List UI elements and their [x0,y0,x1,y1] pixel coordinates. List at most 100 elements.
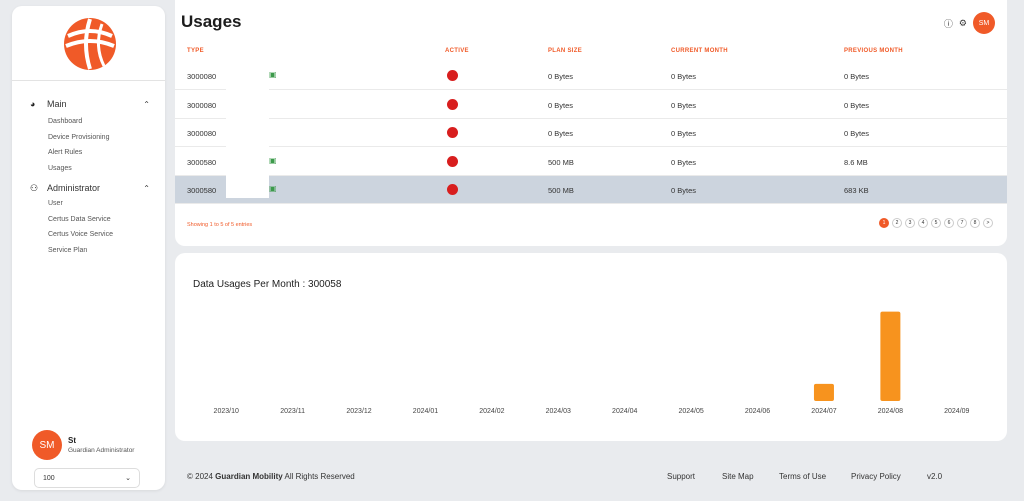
sidebar-item-certus-data-service[interactable]: Certus Data Service [48,212,150,228]
page-size-value: 100 [43,474,55,482]
col-type[interactable]: TYPE [187,48,204,54]
sidebar: ◕ Main ⌃ Dashboard Device Provisioning A… [12,6,165,490]
nav-section-main: ◕ Main ⌃ Dashboard Device Provisioning A… [30,98,150,176]
copyright: © 2024 Guardian Mobility All Rights Rese… [187,472,355,481]
copyright-rights: All Rights Reserved [284,472,355,481]
pagination-page[interactable]: 5 [931,218,941,228]
nav-admin-label: Administrator [47,183,101,193]
chart-card: Data Usages Per Month : 300058 2023/10 20… [175,253,1007,441]
sidebar-divider [12,80,165,81]
company-name: Guardian Mobility [215,472,283,481]
footer-link-privacy[interactable]: Privacy Policy [851,472,901,481]
sim-card-icon: ▣ [269,155,277,165]
user-name: St [68,436,76,445]
user-profile[interactable]: SM St Guardian Administrator [32,430,162,460]
sidebar-item-usages[interactable]: Usages [48,161,150,177]
col-plan-size[interactable]: PLAN SIZE [548,48,582,54]
chart-tick-label: 2024/07 [811,408,836,415]
col-previous-month[interactable]: PREVIOUS MONTH [844,48,903,54]
page-size-select[interactable]: 100 ⌄ [34,468,140,488]
users-icon: ⚇ [30,182,39,193]
nav-main-toggle[interactable]: ◕ Main ⌃ [30,98,150,110]
chart-bar-2024/07[interactable] [813,383,834,401]
guardian-logo-icon [64,18,116,70]
footer-version: v2.0 [927,472,943,481]
chevron-up-icon: ⌃ [143,99,150,109]
chevron-up-icon: ⌃ [143,183,150,193]
chart-tick-label: 2023/12 [346,408,371,415]
copyright-year: © 2024 [187,472,213,481]
active-status-dot [447,184,458,195]
pagination-page[interactable]: 7 [957,218,967,228]
chart-tick-label: 2023/11 [280,408,305,415]
table-row[interactable]: 3000080 0 Bytes 0 Bytes 0 Bytes [175,119,1007,147]
nav-section-admin: ⚇ Administrator ⌃ User Certus Data Servi… [30,182,150,258]
usages-table-card: Usages ⓘ ⚙ SM TYPE ACTIVE PLAN SIZE CURR… [175,0,1007,246]
footer-link-terms[interactable]: Terms of Use [779,472,826,481]
cell-current-month: 0 Bytes [671,186,697,195]
col-current-month[interactable]: CURRENT MONTH [671,48,728,54]
footer-link-site-map[interactable]: Site Map [722,472,754,481]
sidebar-item-certus-voice-service[interactable]: Certus Voice Service [48,227,150,243]
sidebar-item-device-provisioning[interactable]: Device Provisioning [48,130,150,146]
pagination-page[interactable]: 6 [944,218,954,228]
header-avatar[interactable]: SM [973,12,995,34]
cell-current-month: 0 Bytes [671,129,697,138]
gear-icon[interactable]: ⚙ [959,18,967,29]
pagination-next[interactable]: > [983,218,993,228]
active-status-dot [447,98,458,110]
cell-current-month: 0 Bytes [671,157,697,167]
sim-card-icon: ▣ [269,184,277,193]
table-row[interactable]: 3000080 ▣ 0 Bytes 0 Bytes 0 Bytes [175,62,1007,90]
cell-plan-size: 0 Bytes [548,72,574,81]
chart-tick-label: 2024/06 [745,408,770,415]
page-title: Usages [181,12,242,31]
info-icon[interactable]: ⓘ [944,17,953,30]
cell-plan-size: 0 Bytes [548,129,574,138]
usage-bar-chart: 2023/10 2023/11 2023/12 2024/01 2024/02 2024/… [214,311,970,415]
pagination-page[interactable]: 3 [905,218,915,228]
table-showing-info: Showing 1 to 5 of 5 entries [187,222,253,228]
cell-plan-size: 500 MB [548,157,574,167]
cell-previous-month: 683 KB [844,186,869,195]
nav-admin-toggle[interactable]: ⚇ Administrator ⌃ [30,182,150,194]
table-row[interactable]: 3000580 ▣ 500 MB 0 Bytes 683 KB [175,176,1007,204]
cell-current-month: 0 Bytes [671,72,697,81]
pagination-page[interactable]: 1 [879,218,889,228]
user-role: Guardian Administrator [68,447,135,454]
active-status-dot [447,70,458,81]
pagination-page[interactable]: 4 [918,218,928,228]
active-status-dot [447,127,458,138]
sim-card-icon: ▣ [269,70,277,79]
chart-tick-label: 2024/05 [678,408,703,415]
pagination-page[interactable]: 8 [970,218,980,228]
sidebar-item-alert-rules[interactable]: Alert Rules [48,145,150,161]
nav-main-label: Main [47,99,67,109]
chart-tick-label: 2024/02 [479,408,504,415]
chart-tick-label: 2023/10 [214,408,239,415]
cell-plan-size: 0 Bytes [548,100,574,110]
pagination-page[interactable]: 2 [892,218,902,228]
sidebar-item-dashboard[interactable]: Dashboard [48,114,150,130]
redaction-mask [226,60,269,198]
chart-tick-label: 2024/08 [878,408,903,415]
chart-tick-label: 2024/04 [612,408,637,415]
cell-previous-month: 0 Bytes [844,129,870,138]
sidebar-item-service-plan[interactable]: Service Plan [48,243,150,259]
cell-type: 3000080 [187,100,217,110]
cell-type: 3000580 [187,186,217,195]
avatar: SM [32,430,62,460]
active-status-dot [447,155,458,167]
header-actions: ⓘ ⚙ SM [944,12,995,34]
sidebar-item-user[interactable]: User [48,196,150,212]
cell-type: 3000080 [187,72,217,81]
table-row[interactable]: 3000080 0 Bytes 0 Bytes 0 Bytes [175,91,1007,119]
table-row[interactable]: 3000580 ▣ 500 MB 0 Bytes 8.6 MB [175,148,1007,176]
gauge-icon: ◕ [30,99,36,109]
cell-current-month: 0 Bytes [671,100,697,110]
footer-link-support[interactable]: Support [667,472,695,481]
chart-tick-label: 2024/03 [546,408,571,415]
chart-bar-2024/08[interactable] [880,311,901,401]
col-active[interactable]: ACTIVE [445,48,469,54]
chart-tick-label: 2024/09 [944,408,969,415]
